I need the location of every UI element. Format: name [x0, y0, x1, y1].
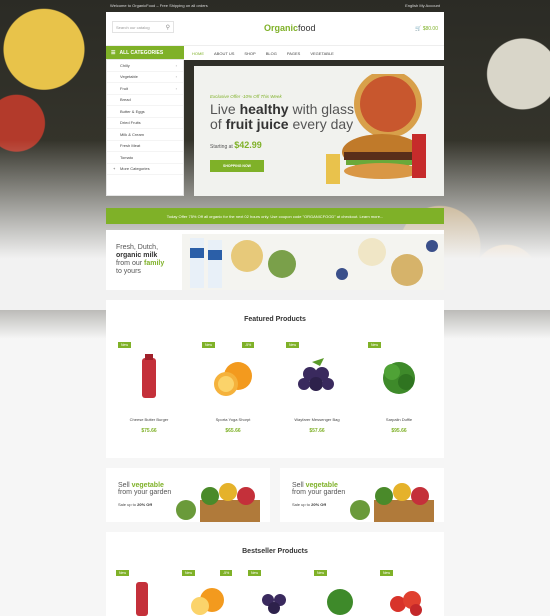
banner-sale: Sale up to 20% Off — [118, 502, 153, 507]
product-card[interactable]: New — [114, 570, 169, 616]
milk-banner[interactable]: Fresh, Dutch, organic milk from our fami… — [106, 230, 444, 290]
category-item[interactable]: Butter & Eggs — [107, 106, 183, 118]
grapes-image — [262, 594, 286, 614]
hero-price: Starting at $42.99 — [210, 140, 262, 150]
chevron-right-icon: › — [175, 62, 177, 68]
milk-banner-text: Fresh, Dutch, organic milk from our fami… — [116, 244, 165, 275]
discount-badge: -5% — [242, 342, 255, 348]
hero-offer: Exclusive Offer -10% Off This Week — [210, 94, 282, 99]
orange-image — [214, 362, 252, 396]
milk-banner-image — [182, 234, 444, 290]
banner-title: Sell vegetable from your garden — [292, 482, 346, 496]
product-name[interactable]: Sporta Yoga Shorpt — [198, 417, 268, 422]
search-input[interactable]: Search our catalog ⚲ — [112, 21, 174, 33]
vegetable-basket-image — [176, 483, 260, 522]
logo-sub: food — [298, 23, 316, 33]
category-item[interactable]: Fruit › — [107, 83, 183, 95]
plus-icon: + — [113, 166, 116, 172]
hero-slider: Exclusive Offer -10% Off This Week Live … — [194, 66, 444, 196]
promo-bar[interactable]: Today Offer 75% Off all organic for the … — [106, 208, 444, 224]
category-item[interactable]: Tomato — [107, 152, 183, 164]
new-badge: New — [118, 342, 132, 348]
featured-title: Featured Products — [244, 316, 306, 323]
shop-now-button[interactable]: SHOPPING NOW — [210, 160, 264, 172]
header: Search our catalog ⚲ Organicfood 🛒 $80.0… — [106, 12, 444, 45]
juice-bottle-image — [142, 354, 156, 398]
all-categories-button[interactable]: ☰ ALL CATEGORIES — [106, 46, 184, 60]
vegetable-basket-image — [350, 483, 434, 522]
new-badge: New — [182, 570, 196, 576]
product-card[interactable]: New — [378, 570, 433, 616]
account-links[interactable]: English My Account — [405, 3, 440, 8]
product-price: $75.66 — [141, 428, 157, 434]
product-card[interactable]: New Wayfarer Messenger Bag $57.66 — [282, 342, 352, 442]
product-name[interactable]: Cheese Butter Burger — [114, 417, 184, 422]
nav-home[interactable]: HOME — [192, 51, 204, 56]
discount-badge: -5% — [220, 570, 233, 576]
orange-image — [191, 588, 224, 615]
spinach-image — [327, 589, 353, 615]
menu-icon: ☰ — [111, 50, 116, 56]
search-placeholder: Search our catalog — [116, 24, 150, 30]
chevron-right-icon: › — [175, 74, 177, 80]
banner-title: Sell vegetable from your garden — [118, 482, 172, 496]
product-card[interactable]: New — [312, 570, 367, 616]
site-logo[interactable]: Organicfood — [264, 23, 316, 33]
bestseller-title: Bestseller Products — [242, 548, 308, 555]
spinach-image — [383, 362, 415, 394]
product-name[interactable]: Sarpalin Duffle — [364, 417, 434, 422]
tomato-image — [390, 591, 422, 616]
product-price: $57.66 — [309, 428, 325, 434]
main-nav: ☰ ALL CATEGORIES HOME ABOUT US SHOP BLOG … — [106, 45, 444, 60]
nav-blog[interactable]: BLOG — [266, 51, 277, 56]
new-badge: New — [116, 570, 130, 576]
product-price: $65.66 — [225, 428, 241, 434]
juice-bottle-image — [136, 582, 148, 616]
product-card[interactable]: New Cheese Butter Burger $75.66 — [114, 342, 184, 442]
product-card[interactable]: New Sarpalin Duffle $95.66 — [364, 342, 434, 442]
product-card[interactable]: New — [246, 570, 301, 616]
nav-vegetable[interactable]: VEGETABLE — [310, 51, 334, 56]
category-item[interactable]: Vegetable › — [107, 72, 183, 83]
product-price: $95.66 — [391, 428, 407, 434]
welcome-text: Welcome to OrganicFood – Free Shipping o… — [110, 2, 208, 8]
new-badge: New — [248, 570, 262, 576]
category-item[interactable]: Fresh Meat — [107, 141, 183, 152]
burger-image — [326, 74, 426, 184]
banner-sale: Sale up to 20% Off — [292, 502, 327, 507]
grapes-image — [298, 358, 334, 391]
cart-button[interactable]: 🛒 $80.00 — [415, 26, 438, 32]
nav-menu: HOME ABOUT US SHOP BLOG PAGES VEGETABLE — [192, 46, 334, 60]
chevron-right-icon: › — [175, 85, 177, 91]
sell-vegetable-banner[interactable]: Sell vegetable from your garden Sale up t… — [280, 468, 444, 522]
product-name[interactable]: Wayfarer Messenger Bag — [282, 417, 352, 422]
sell-vegetable-banner[interactable]: Sell vegetable from your garden Sale up t… — [106, 468, 270, 522]
search-icon[interactable]: ⚲ — [166, 24, 170, 31]
product-card[interactable]: New -5% — [180, 570, 235, 616]
new-badge: New — [368, 342, 382, 348]
nav-about[interactable]: ABOUT US — [214, 51, 234, 56]
cart-total: $80.00 — [422, 26, 438, 32]
category-item[interactable]: Dried Fruits — [107, 118, 183, 129]
page-container: Welcome to OrganicFood – Free Shipping o… — [106, 0, 444, 616]
category-list: Chilly › Vegetable › Fruit › Bread Butter &… — [106, 59, 184, 196]
category-item[interactable]: Bread — [107, 95, 183, 106]
category-item[interactable]: Chilly › — [107, 60, 183, 72]
logo-main: Organic — [264, 23, 299, 33]
all-categories-label: ALL CATEGORIES — [119, 50, 164, 56]
product-card[interactable]: New -5% Sporta Yoga Shorpt $65.66 — [198, 342, 268, 442]
nav-pages[interactable]: PAGES — [287, 51, 301, 56]
nav-shop[interactable]: SHOP — [244, 51, 255, 56]
top-bar: Welcome to OrganicFood – Free Shipping o… — [106, 0, 444, 10]
bestseller-products-section: Bestseller Products New New -5% New New … — [106, 532, 444, 616]
category-item[interactable]: Milk & Cream — [107, 129, 183, 141]
new-badge: New — [314, 570, 328, 576]
new-badge: New — [202, 342, 216, 348]
new-badge: New — [286, 342, 300, 348]
more-categories[interactable]: + More Categories — [107, 164, 183, 175]
featured-products-section: Featured Products New Cheese Butter Burg… — [106, 300, 444, 458]
cart-icon: 🛒 — [415, 26, 422, 32]
new-badge: New — [380, 570, 394, 576]
